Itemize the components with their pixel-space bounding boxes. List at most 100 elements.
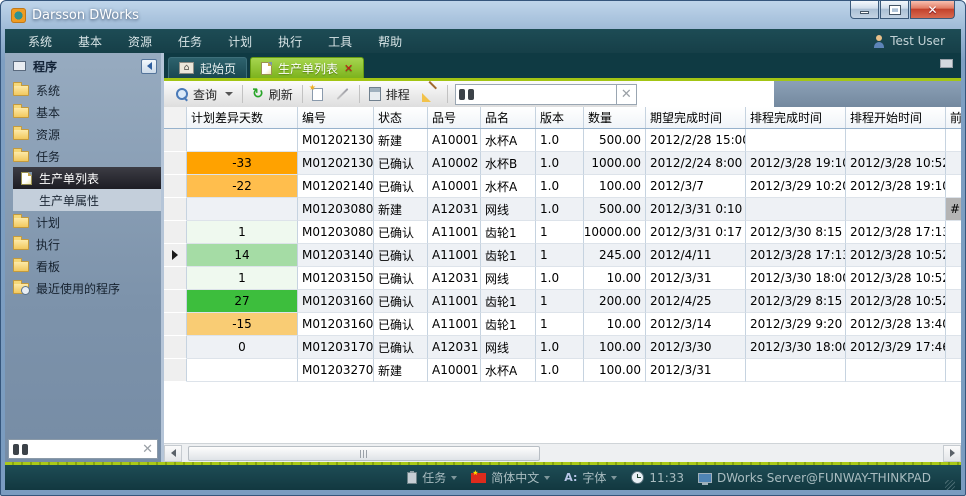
sidebar-item[interactable]: 执行 — [5, 233, 161, 255]
column-header-qty[interactable]: 数量 — [584, 107, 646, 128]
new-button[interactable] — [306, 83, 329, 105]
column-header-status[interactable]: 状态 — [374, 107, 428, 128]
table-row[interactable]: 0M012031701已确认A12031网线1.0100.002012/3/30… — [164, 336, 961, 359]
title-bar: Darsson DWorks ✕ — [5, 1, 961, 29]
row-indicator-cell — [164, 198, 187, 221]
cell-qty: 10.00 — [584, 267, 646, 290]
chevron-down-icon — [611, 476, 617, 480]
sidebar-item[interactable]: 任务 — [5, 145, 161, 167]
scroll-left-button[interactable] — [164, 445, 182, 462]
cell-sched_start: 2012/3/28 17:13 — [846, 221, 946, 244]
sidebar-item[interactable]: 生产单属性 — [13, 189, 161, 211]
row-indicator-cell — [164, 175, 187, 198]
cell-item: A10001 — [428, 129, 481, 152]
menu-item-4[interactable]: 任务 — [165, 33, 215, 50]
sidebar-item[interactable]: 生产单列表 — [13, 167, 161, 189]
cell-due: 2012/4/25 — [646, 290, 746, 313]
column-header-item[interactable]: 品号 — [428, 107, 481, 128]
edit-button[interactable] — [329, 83, 356, 105]
horizontal-scrollbar[interactable] — [164, 443, 961, 462]
sidebar-item[interactable]: 计划 — [5, 211, 161, 233]
clean-button[interactable] — [416, 83, 444, 105]
tab-production-order-list[interactable]: 生产单列表 ✕ — [250, 57, 364, 78]
menu-item-2[interactable]: 基本 — [65, 33, 115, 50]
sidebar-item[interactable]: 资源 — [5, 123, 161, 145]
cell-diff: 1 — [187, 221, 298, 244]
menu-item-6[interactable]: 执行 — [265, 33, 315, 50]
table-row[interactable]: 1M012031501已确认A12031网线1.010.002012/3/312… — [164, 267, 961, 290]
maximize-button[interactable] — [880, 1, 909, 19]
cell-item: A11001 — [428, 290, 481, 313]
table-row[interactable]: -22M012021401已确认A10001水杯A1.0100.002012/3… — [164, 175, 961, 198]
minimize-button[interactable] — [850, 1, 879, 19]
refresh-button[interactable]: ↻ 刷新 — [246, 83, 299, 105]
column-header-sched_end[interactable]: 排程完成时间 — [746, 107, 846, 128]
search-clear-button[interactable]: ✕ — [617, 84, 637, 105]
schedule-button[interactable]: 排程 — [363, 83, 416, 105]
table-row[interactable]: M012032701新建A10001水杯A1.0100.002012/3/31 — [164, 359, 961, 382]
table-row[interactable]: 1M012030802已确认A11001齿轮1110000.002012/3/3… — [164, 221, 961, 244]
calculator-icon — [369, 87, 381, 101]
sidebar-search-clear-icon[interactable]: ✕ — [142, 443, 153, 456]
cell-due: 2012/3/31 — [646, 267, 746, 290]
cell-item: A12031 — [428, 267, 481, 290]
tab-close-icon[interactable]: ✕ — [344, 63, 353, 74]
column-header-diff[interactable]: 计划差异天数 — [187, 107, 298, 128]
sidebar-item[interactable]: 最近使用的程序 — [5, 277, 161, 299]
tab-bar: ⌂ 起始页 生产单列表 ✕ — [164, 53, 961, 78]
table-row[interactable]: M012030801新建A12031网线1.0500.002012/3/31 0… — [164, 198, 961, 221]
status-clock: 11:33 — [631, 471, 684, 485]
column-header-extra[interactable]: 前 — [946, 107, 961, 128]
column-header-name[interactable]: 品名 — [481, 107, 536, 128]
close-button[interactable]: ✕ — [910, 1, 955, 19]
resize-grip[interactable] — [945, 480, 955, 490]
cell-sched_start: 2012/3/28 13:40 — [846, 313, 946, 336]
menu-item-8[interactable]: 帮助 — [365, 33, 415, 50]
column-header-code[interactable]: 编号 — [298, 107, 374, 128]
scrollbar-thumb[interactable] — [188, 446, 540, 461]
cell-status: 已确认 — [374, 313, 428, 336]
chevron-left-icon — [147, 62, 152, 70]
status-font-menu[interactable]: A: 字体 — [564, 469, 617, 486]
tab-list-icon[interactable] — [940, 59, 953, 68]
column-header-version[interactable]: 版本 — [536, 107, 584, 128]
toolbar-search-input[interactable] — [474, 87, 613, 101]
cell-sched_end: 2012/3/29 8:15 — [746, 290, 846, 313]
column-header-sched_start[interactable]: 排程开始时间 — [846, 107, 946, 128]
close-icon: ✕ — [927, 3, 937, 17]
status-task-menu[interactable]: 任务 — [407, 469, 457, 486]
cell-code: M012031701 — [298, 336, 374, 359]
table-row[interactable]: M012021301新建A10001水杯A1.0500.002012/2/28 … — [164, 129, 961, 152]
chevron-down-icon — [451, 476, 457, 480]
clock-icon — [631, 471, 644, 484]
cell-extra — [946, 221, 961, 244]
sidebar-item[interactable]: 系统 — [5, 79, 161, 101]
cell-name: 水杯B — [481, 152, 536, 175]
table-row[interactable]: 27M012031601已确认A11001齿轮11200.002012/4/25… — [164, 290, 961, 313]
cell-diff — [187, 359, 298, 382]
table-row[interactable]: 14M012031402已确认A11001齿轮11245.002012/4/11… — [164, 244, 961, 267]
menu-item-5[interactable]: 计划 — [215, 33, 265, 50]
refresh-icon: ↻ — [252, 87, 264, 101]
table-row[interactable]: -15M012031602已确认A11001齿轮1110.002012/3/14… — [164, 313, 961, 336]
cell-item: A10001 — [428, 175, 481, 198]
folder-icon — [13, 129, 29, 140]
cell-name: 齿轮1 — [481, 244, 536, 267]
sidebar-item[interactable]: 看板 — [5, 255, 161, 277]
menu-item-1[interactable]: 系统 — [15, 33, 65, 50]
tab-start-page[interactable]: ⌂ 起始页 — [168, 57, 247, 78]
query-dropdown-icon[interactable] — [225, 92, 233, 96]
sidebar-item[interactable]: 基本 — [5, 101, 161, 123]
sidebar-search-input[interactable] — [28, 442, 85, 457]
menu-item-3[interactable]: 资源 — [115, 33, 165, 50]
cell-name: 齿轮1 — [481, 290, 536, 313]
scroll-right-button[interactable] — [943, 445, 961, 462]
cell-sched_start: 2012/3/28 10:52 — [846, 244, 946, 267]
query-button[interactable]: 查询 — [170, 83, 239, 105]
menu-item-7[interactable]: 工具 — [315, 33, 365, 50]
column-header-due[interactable]: 期望完成时间 — [646, 107, 746, 128]
table-row[interactable]: -33M012021302已确认A10002水杯B1.01000.002012/… — [164, 152, 961, 175]
sidebar-collapse-button[interactable] — [141, 59, 157, 74]
status-language-menu[interactable]: 简体中文 — [471, 469, 550, 486]
cell-name: 水杯A — [481, 175, 536, 198]
